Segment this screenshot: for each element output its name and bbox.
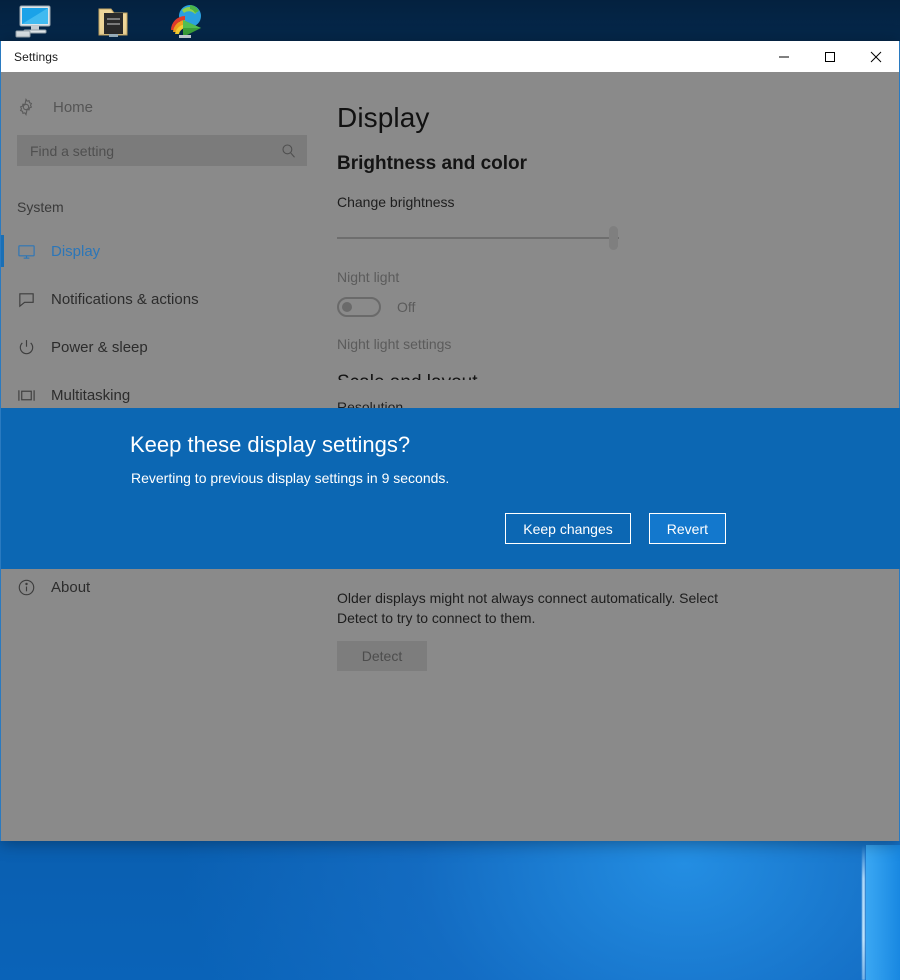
sidebar-item-label: Display [51, 243, 100, 260]
wallpaper-bright-edge [866, 845, 900, 980]
slider-track [337, 237, 619, 239]
multiple-displays-description: Older displays might not always connect … [337, 588, 757, 629]
sidebar-home-label: Home [53, 99, 93, 116]
sidebar-item-label: Notifications & actions [51, 291, 199, 308]
night-light-state: Off [397, 299, 415, 315]
folder-icon[interactable] [90, 0, 136, 42]
screen: Settings [0, 0, 900, 980]
brightness-slider[interactable] [337, 226, 619, 250]
info-circle-icon [17, 578, 49, 597]
minimize-button[interactable] [761, 41, 807, 72]
this-pc-icon[interactable] [12, 0, 58, 42]
sidebar-item-notifications-actions[interactable]: Notifications & actions [1, 275, 323, 323]
keep-display-settings-dialog: Keep these display settings? Reverting t… [1, 408, 900, 569]
power-icon [17, 338, 49, 357]
internet-download-manager-icon[interactable] [163, 0, 209, 42]
speech-bubble-icon [17, 290, 49, 309]
sidebar-item-label: Power & sleep [51, 339, 148, 356]
night-light-label: Night light [337, 269, 899, 285]
night-light-toggle[interactable] [337, 297, 381, 317]
monitor-icon [17, 242, 49, 261]
sidebar-item-power-sleep[interactable]: Power & sleep [1, 323, 323, 371]
scale-and-layout-heading: Scale and layout [337, 372, 899, 380]
sidebar-item-label: Multitasking [51, 387, 130, 404]
title-bar: Settings [1, 41, 899, 72]
maximize-button[interactable] [807, 41, 853, 72]
detect-button[interactable]: Detect [337, 641, 427, 671]
search-icon [281, 143, 297, 159]
wallpaper-light-streak [862, 845, 865, 980]
page-title: Display [337, 102, 899, 134]
sidebar-item-about[interactable]: About [1, 563, 323, 611]
toggle-knob [342, 302, 352, 312]
close-button[interactable] [853, 41, 899, 72]
sidebar-item-label: About [51, 579, 90, 596]
night-light-toggle-row: Off [337, 297, 899, 317]
window-title: Settings [14, 50, 58, 64]
window-controls [761, 41, 899, 72]
slider-thumb[interactable] [609, 226, 618, 250]
search-box[interactable] [17, 135, 307, 166]
search-input[interactable] [30, 143, 281, 159]
sidebar-item-display[interactable]: Display [1, 227, 323, 275]
revert-button[interactable]: Revert [649, 513, 726, 544]
night-light-settings-link[interactable]: Night light settings [337, 336, 899, 352]
sidebar-group-header: System [17, 199, 323, 215]
gear-icon [17, 98, 49, 116]
dialog-title: Keep these display settings? [130, 432, 410, 458]
brightness-and-color-heading: Brightness and color [337, 153, 899, 175]
dialog-message: Reverting to previous display settings i… [131, 470, 449, 486]
settings-window: Settings [0, 41, 900, 841]
sidebar-item-home[interactable]: Home [1, 88, 323, 126]
window-body: Home System [1, 72, 899, 841]
multitasking-icon [17, 386, 49, 405]
desktop-icon-row [0, 0, 260, 44]
keep-changes-button[interactable]: Keep changes [505, 513, 631, 544]
change-brightness-label: Change brightness [337, 194, 899, 210]
dialog-button-row: Keep changes Revert [505, 513, 726, 544]
